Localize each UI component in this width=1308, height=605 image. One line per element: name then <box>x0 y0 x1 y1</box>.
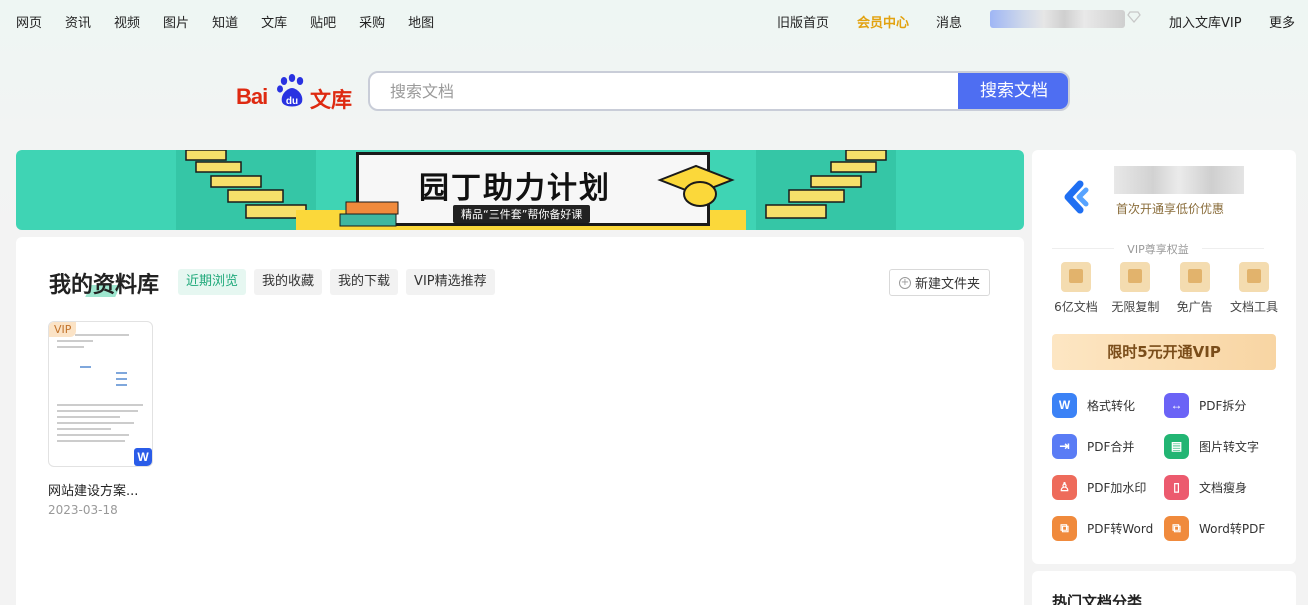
books-icon <box>339 201 399 227</box>
open-vip-button[interactable]: 限时5元开通VIP <box>1052 334 1276 370</box>
nav-purchase[interactable]: 采购 <box>359 12 385 31</box>
search-bar: 搜索文档 <box>368 71 1070 111</box>
tool-label: Word转PDF <box>1199 521 1266 536</box>
nav-map[interactable]: 地图 <box>408 12 434 31</box>
diamond-icon <box>1127 11 1141 23</box>
tool-label: 图片转文字 <box>1199 439 1260 454</box>
tab-downloads[interactable]: 我的下载 <box>330 269 399 295</box>
tool-pdf-to-word[interactable]: ⧉ PDF转Word <box>1052 515 1164 541</box>
left-stairs-decoration <box>176 150 316 230</box>
perk-label: 免广告 <box>1176 300 1213 314</box>
nav-news[interactable]: 资讯 <box>65 12 91 31</box>
library-title: 我的资料库 <box>49 273 160 298</box>
vip-center-link[interactable]: 会员中心 <box>857 12 909 31</box>
top-nav-links: 网页 资讯 视频 图片 知道 文库 贴吧 采购 地图 <box>16 12 457 31</box>
document-date: 2023-03-18 <box>48 503 118 517</box>
vip-perks: 6亿文档 无限复制 免广告 文档工具 <box>1048 258 1282 315</box>
baidu-paw-icon: du <box>277 74 304 107</box>
tool-label: PDF拆分 <box>1199 398 1247 413</box>
pdf-merge-icon: ⇥ <box>1052 433 1077 459</box>
avatar[interactable] <box>1052 174 1098 220</box>
perk-copy: 无限复制 <box>1107 258 1163 315</box>
promo-banner[interactable]: 园丁助力计划 精品“三件套”帮你备好课 <box>16 150 1024 230</box>
user-sidebar: 首次开通享低价优惠 VIP尊享权益 6亿文档 无限复制 免广告 文档工具 限时5… <box>1032 150 1296 564</box>
graduation-cap-icon <box>657 164 735 207</box>
tool-pdf-watermark[interactable]: ♙ PDF加水印 <box>1052 474 1164 500</box>
image-to-text-icon: ▤ <box>1164 433 1189 459</box>
vip-badge: VIP <box>49 322 77 337</box>
perk-label: 文档工具 <box>1229 300 1278 314</box>
perk-label: 6亿文档 <box>1054 300 1098 314</box>
hot-categories-title: 热门文档分类 <box>1052 593 1143 605</box>
word-to-pdf-icon: ⧉ <box>1164 515 1189 541</box>
top-navigation: 网页 资讯 视频 图片 知道 文库 贴吧 采购 地图 旧版首页 会员中心 消息 … <box>0 0 1308 40</box>
word-file-icon: W <box>134 448 152 466</box>
search-input[interactable] <box>370 73 960 109</box>
logo-bai-text: Bai <box>236 84 268 109</box>
tool-word-to-pdf[interactable]: ⧉ Word转PDF <box>1164 515 1276 541</box>
messages-link[interactable]: 消息 <box>936 12 962 31</box>
toolbox-icon <box>1238 262 1269 292</box>
logo-wenku-text: 文库 <box>310 88 352 112</box>
first-purchase-offer: 首次开通享低价优惠 <box>1116 202 1225 216</box>
new-folder-label: 新建文件夹 <box>914 277 980 292</box>
tool-label: PDF合并 <box>1087 439 1135 454</box>
doc-tools-grid: W 格式转化 ↔ PDF拆分 ⇥ PDF合并 ▤ 图片转文字 ♙ PDF加水印 … <box>1052 392 1284 541</box>
tab-recent[interactable]: 近期浏览 <box>178 269 247 295</box>
banner-subtitle: 精品“三件套”帮你备好课 <box>453 205 591 223</box>
doc-compress-icon: ▯ <box>1164 474 1189 500</box>
library-tabs: 近期浏览 我的收藏 我的下载 VIP精选推荐 <box>178 269 495 295</box>
document-name[interactable]: 网站建设方案... <box>48 480 138 499</box>
tool-pdf-merge[interactable]: ⇥ PDF合并 <box>1052 433 1164 459</box>
tool-format-convert[interactable]: W 格式转化 <box>1052 392 1164 418</box>
perk-label: 无限复制 <box>1111 300 1160 314</box>
right-stairs-decoration <box>756 150 896 230</box>
join-vip-link[interactable]: 加入文库VIP <box>1169 12 1242 31</box>
star-doc-icon <box>1061 262 1091 292</box>
tool-label: PDF加水印 <box>1087 480 1147 495</box>
perk-tools: 文档工具 <box>1226 258 1282 315</box>
pdf-split-icon: ↔ <box>1164 392 1189 418</box>
user-name-blurred <box>1114 166 1244 194</box>
nav-tieba[interactable]: 贴吧 <box>310 12 336 31</box>
tool-pdf-split[interactable]: ↔ PDF拆分 <box>1164 392 1276 418</box>
document-thumbnail <box>57 334 147 442</box>
format-convert-icon: W <box>1052 392 1077 418</box>
tool-label: PDF转Word <box>1087 521 1154 536</box>
tool-label: 格式转化 <box>1087 398 1136 413</box>
tool-label: 文档瘦身 <box>1199 480 1248 495</box>
more-link[interactable]: 更多 <box>1269 12 1295 31</box>
pdf-watermark-icon: ♙ <box>1052 474 1077 500</box>
my-library-panel: 我的资料库 近期浏览 我的收藏 我的下载 VIP精选推荐 + 新建文件夹 VIP… <box>16 237 1024 605</box>
perk-docs: 6亿文档 <box>1048 258 1104 315</box>
search-button[interactable]: 搜索文档 <box>958 73 1068 109</box>
document-card[interactable]: VIP W <box>48 321 153 467</box>
banner-title: 园丁助力计划 <box>419 171 611 206</box>
copy-icon <box>1120 262 1151 292</box>
tool-image-to-text[interactable]: ▤ 图片转文字 <box>1164 433 1276 459</box>
tab-vip-picks[interactable]: VIP精选推荐 <box>406 269 495 295</box>
svg-text:du: du <box>286 96 298 107</box>
nav-video[interactable]: 视频 <box>114 12 140 31</box>
hot-categories-panel: 热门文档分类 <box>1032 571 1296 605</box>
tab-favorites[interactable]: 我的收藏 <box>254 269 323 295</box>
plus-icon: + <box>898 276 911 289</box>
no-ads-icon <box>1179 262 1210 292</box>
nav-web[interactable]: 网页 <box>16 12 42 31</box>
nav-zhidao[interactable]: 知道 <box>212 12 238 31</box>
perk-no-ads: 免广告 <box>1167 258 1223 315</box>
new-folder-button[interactable]: + 新建文件夹 <box>889 269 990 296</box>
tool-doc-compress[interactable]: ▯ 文档瘦身 <box>1164 474 1276 500</box>
old-home-link[interactable]: 旧版首页 <box>777 12 829 31</box>
user-name-blurred[interactable] <box>990 10 1125 28</box>
vip-rights-heading: VIP尊享权益 <box>1052 241 1264 257</box>
baidu-wenku-logo[interactable]: Bai du 文库 <box>236 74 356 112</box>
nav-wenku[interactable]: 文库 <box>261 12 287 31</box>
pdf-to-word-icon: ⧉ <box>1052 515 1077 541</box>
nav-images[interactable]: 图片 <box>163 12 189 31</box>
